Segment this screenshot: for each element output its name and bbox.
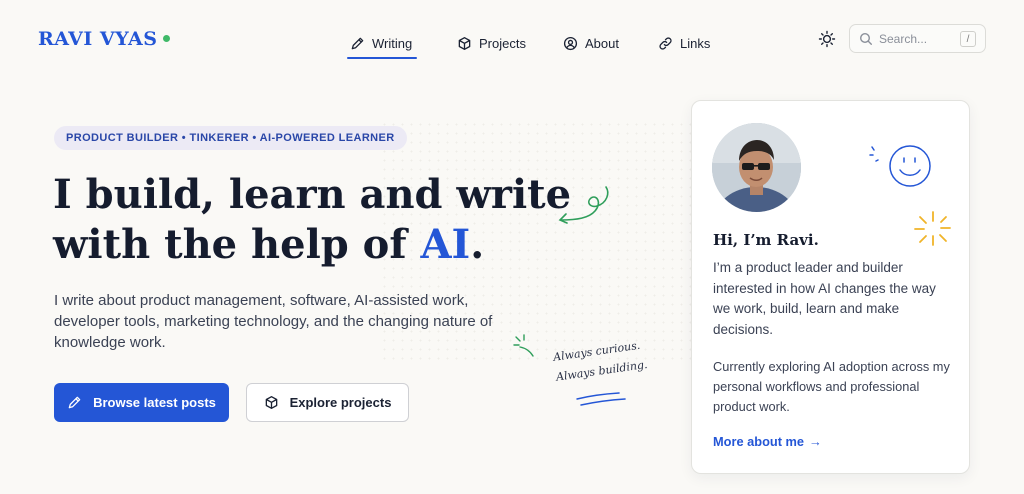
squiggle-underline-icon <box>576 392 626 406</box>
avatar <box>712 123 801 212</box>
pencil-icon <box>351 37 364 49</box>
browse-posts-label: Browse latest posts <box>93 395 216 410</box>
explore-projects-button[interactable]: Explore projects <box>246 383 409 422</box>
explore-projects-label: Explore projects <box>289 395 392 410</box>
more-about-me-label: More about me <box>713 434 805 449</box>
card-greeting: Hi, I’m Ravi. <box>713 231 819 249</box>
more-about-me-link[interactable]: More about me → <box>713 434 822 449</box>
cube-icon <box>458 36 471 50</box>
person-icon <box>563 36 578 50</box>
active-nav-indicator <box>347 57 417 59</box>
nav-writing-label: Writing <box>372 35 413 51</box>
search-box[interactable]: / <box>849 24 986 53</box>
link-icon <box>659 36 672 50</box>
headline-end: . <box>470 221 485 268</box>
headline-line-2: with the help of <box>53 221 421 268</box>
card-currently: Currently exploring AI adoption across m… <box>713 359 950 414</box>
sun-icon <box>818 30 836 48</box>
status-dot <box>163 35 170 42</box>
theme-toggle-button[interactable] <box>816 28 838 50</box>
nav-projects[interactable]: Projects <box>457 26 526 60</box>
arrow-right-icon: → <box>809 434 822 449</box>
nav-links[interactable]: Links <box>658 26 710 60</box>
headline-line-1: I build, learn and write <box>53 171 572 218</box>
hero-headline: I build, learn and write with the help o… <box>53 170 573 270</box>
pencil-icon <box>68 396 81 409</box>
nav-links-label: Links <box>680 35 711 51</box>
hero-lead: I write about product management, softwa… <box>54 292 493 351</box>
browse-posts-button[interactable]: Browse latest posts <box>54 383 229 422</box>
smiley-doodle-icon <box>869 145 931 187</box>
headline-accent: AI <box>420 221 471 268</box>
card-bio: I’m a product leader and builder interes… <box>713 260 936 338</box>
profile-photo <box>712 123 801 212</box>
cube-icon <box>265 396 277 409</box>
site-logo[interactable]: RAVI VYAS <box>38 28 157 50</box>
curly-arrow-icon <box>558 186 609 224</box>
sparkle-doodle-icon <box>513 334 534 357</box>
nav-about-label: About <box>585 35 619 51</box>
nav-about[interactable]: About <box>563 26 619 60</box>
nav-writing[interactable]: Writing <box>350 26 412 60</box>
search-shortcut-key: / <box>960 31 976 47</box>
profile-card: Hi, I’m Ravi. I’m a product leader and b… <box>691 100 970 474</box>
sun-doodle-icon <box>914 211 951 246</box>
tagline-pill: PRODUCT BUILDER • TINKERER • AI-POWERED … <box>54 126 407 150</box>
search-input[interactable] <box>879 31 957 46</box>
search-icon <box>859 32 872 45</box>
nav-projects-label: Projects <box>479 35 526 51</box>
